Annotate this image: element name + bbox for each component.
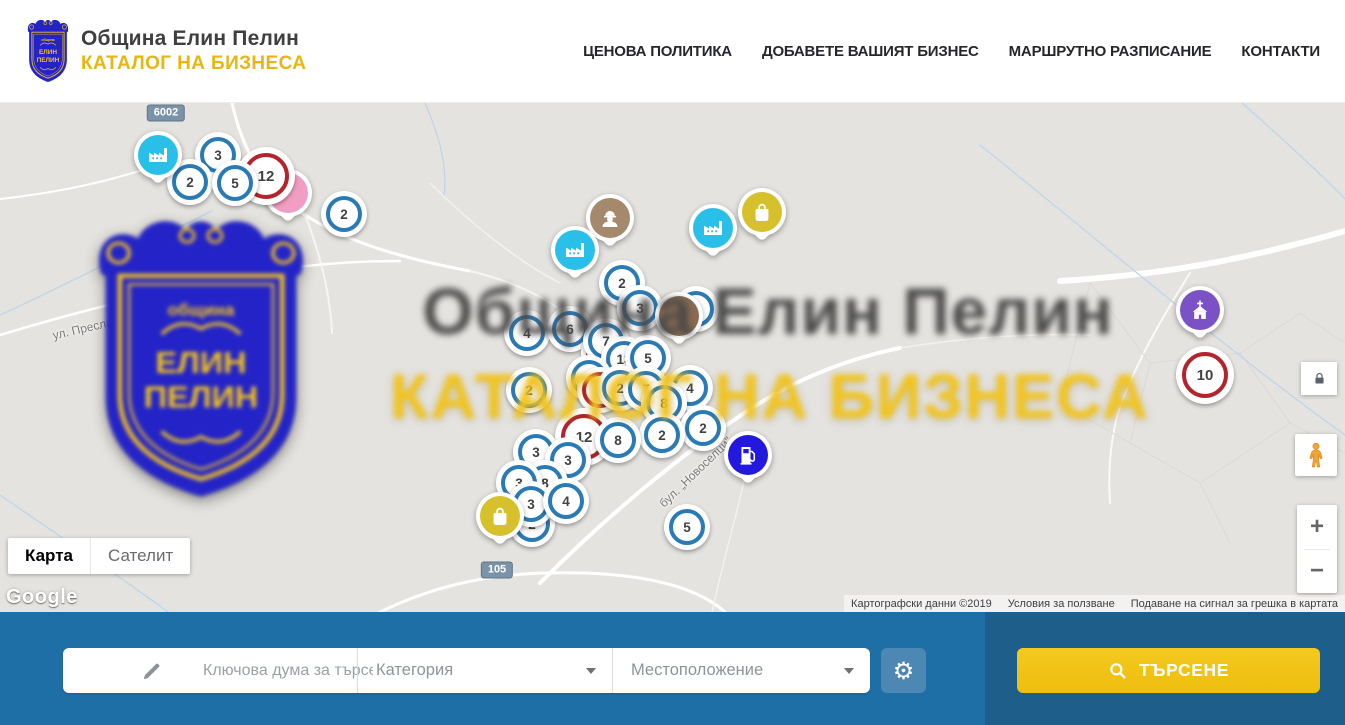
search-fields: Категория Местоположение <box>63 648 870 693</box>
map-cluster-marker[interactable]: 2 <box>680 405 726 451</box>
nav-item-add-business[interactable]: ДОБАВЕТЕ ВАШИЯТ БИЗНЕС <box>762 43 979 60</box>
gear-icon: ⚙ <box>893 657 915 685</box>
municipality-crest-icon <box>25 18 71 84</box>
google-logo[interactable]: Google <box>6 586 78 609</box>
map-type-map-button[interactable]: Карта <box>8 538 90 574</box>
map-canvas[interactable]: 3122522354671354227482212833832345106002… <box>0 103 1345 612</box>
map-cluster-marker[interactable]: 4 <box>504 310 550 356</box>
advanced-settings-button[interactable]: ⚙ <box>881 648 926 693</box>
map-category-pin-church[interactable] <box>1176 286 1224 334</box>
road-number-badge: 6002 <box>147 105 185 122</box>
keyword-search-input[interactable] <box>203 662 373 680</box>
attribution-report-error-link[interactable]: Подаване на сигнал за грешка в картата <box>1131 598 1338 610</box>
search-icon <box>1108 661 1128 681</box>
map-type-satellite-button[interactable]: Сателит <box>90 538 190 574</box>
map-cluster-marker[interactable]: 2 <box>321 191 367 237</box>
map-category-pin-factory[interactable] <box>689 204 737 252</box>
map-markers-layer: 3122522354671354227482212833832345106002… <box>0 103 1345 612</box>
map-attribution: Картографски данни ©2019 Условия за полз… <box>844 595 1345 612</box>
map-category-pin-bag[interactable] <box>738 188 786 236</box>
search-bar: Категория Местоположение ⚙ ТЪРСЕНЕ <box>0 612 1345 725</box>
padlock-icon <box>1312 370 1327 387</box>
zoom-in-button[interactable]: + <box>1297 505 1337 549</box>
zoom-out-button[interactable]: − <box>1297 550 1337 594</box>
map-category-pin-none[interactable] <box>655 292 703 340</box>
street-name-label: ул. Преслав <box>51 314 120 343</box>
map-cluster-marker[interactable]: 8 <box>595 417 641 463</box>
chevron-down-icon <box>586 668 596 674</box>
site-title: Община Елин Пелин <box>81 27 306 51</box>
nav-item-contacts[interactable]: КОНТАКТИ <box>1241 43 1320 60</box>
map-category-pin-bag[interactable] <box>476 492 524 540</box>
site-subtitle: КАТАЛОГ НА БИЗНЕСА <box>81 53 306 75</box>
main-nav: ЦЕНОВА ПОЛИТИКА ДОБАВЕТЕ ВАШИЯТ БИЗНЕС М… <box>583 43 1320 60</box>
map-cluster-marker[interactable]: 2 <box>639 412 685 458</box>
map-type-control: Карта Сателит <box>8 538 190 574</box>
search-button[interactable]: ТЪРСЕНЕ <box>1017 648 1320 693</box>
chevron-down-icon <box>844 668 854 674</box>
map-category-pin-fuel[interactable] <box>724 431 772 479</box>
road-number-badge: 105 <box>481 562 513 579</box>
header: Община Елин Пелин КАТАЛОГ НА БИЗНЕСА ЦЕН… <box>0 0 1345 103</box>
map-cluster-marker[interactable]: 2 <box>506 367 552 413</box>
nav-item-pricing[interactable]: ЦЕНОВА ПОЛИТИКА <box>583 43 732 60</box>
map-cluster-marker[interactable]: 10 <box>1176 346 1234 404</box>
map-cluster-marker[interactable]: 5 <box>664 504 710 550</box>
keyword-field <box>63 648 357 693</box>
location-dropdown-label: Местоположение <box>631 661 763 680</box>
map-cluster-marker[interactable]: 4 <box>543 478 589 524</box>
zoom-control: + − <box>1297 505 1337 593</box>
attribution-terms-link[interactable]: Условия за ползване <box>1008 598 1115 610</box>
pencil-icon <box>141 660 163 682</box>
lock-button[interactable] <box>1301 362 1337 395</box>
map-category-pin-factory[interactable] <box>134 131 182 179</box>
map-cluster-marker[interactable]: 5 <box>212 160 258 206</box>
category-dropdown[interactable]: Категория <box>357 648 612 693</box>
nav-item-route-schedule[interactable]: МАРШРУТНО РАЗПИСАНИЕ <box>1009 43 1212 60</box>
page: община ЕЛИН ПЕЛИН Община Елин Пелин КАТА… <box>0 0 1345 725</box>
location-dropdown[interactable]: Местоположение <box>612 648 870 693</box>
site-logo[interactable]: Община Елин Пелин КАТАЛОГ НА БИЗНЕСА <box>25 18 306 84</box>
search-button-label: ТЪРСЕНЕ <box>1139 660 1229 681</box>
attribution-copyright: Картографски данни ©2019 <box>851 598 992 610</box>
map-category-pin-factory[interactable] <box>551 226 599 274</box>
category-dropdown-label: Категория <box>376 661 453 680</box>
pegman-icon <box>1302 441 1330 469</box>
street-view-pegman-button[interactable] <box>1295 434 1337 476</box>
